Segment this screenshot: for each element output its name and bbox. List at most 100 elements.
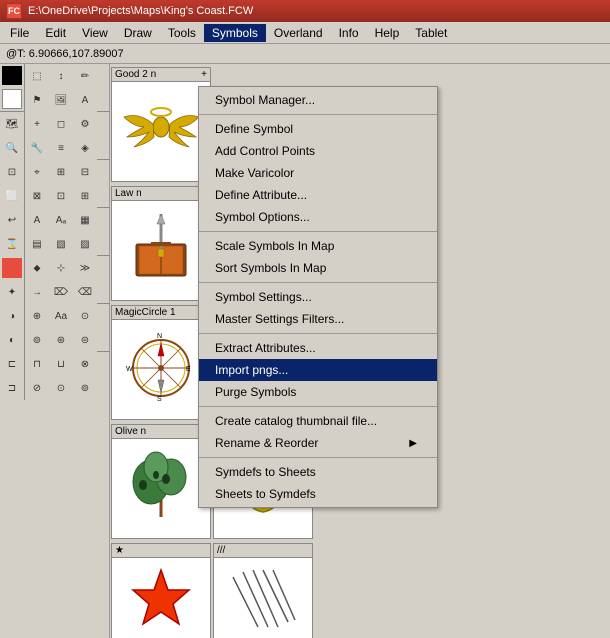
submenu-arrow: ▶	[409, 438, 417, 449]
menu-tools[interactable]: Tools	[160, 24, 204, 42]
tool-b4[interactable]: 🔧	[25, 136, 49, 160]
menu-symbol-manager[interactable]: Symbol Manager...	[199, 89, 437, 111]
tool-b6[interactable]: ◈	[73, 136, 97, 160]
app-icon: FC	[6, 3, 22, 19]
menu-create-catalog[interactable]: Create catalog thumbnail file...	[199, 410, 437, 432]
menu-tablet[interactable]: Tablet	[407, 24, 455, 42]
tool-g7[interactable]: ⊙	[49, 376, 73, 400]
tool-e5[interactable]: ≫	[73, 256, 97, 280]
menu-symbol-settings[interactable]: Symbol Settings...	[199, 286, 437, 308]
menu-purge-symbols[interactable]: Purge Symbols	[199, 381, 437, 403]
tool-b5[interactable]: ≡	[49, 136, 73, 160]
tool-d6[interactable]: ▤	[25, 232, 49, 256]
tool-d8[interactable]: ▨	[73, 232, 97, 256]
menu-file[interactable]: File	[2, 24, 37, 42]
menu-rename-reorder[interactable]: Rename & Reorder ▶	[199, 432, 437, 454]
symbol-olive	[121, 447, 201, 522]
tool-e7[interactable]: ⌦	[49, 280, 73, 304]
menu-overland[interactable]: Overland	[266, 24, 331, 42]
tool-d5[interactable]: ▦	[73, 208, 97, 232]
tool-e4[interactable]: ⊹	[49, 256, 73, 280]
tool-zoom[interactable]: 🔍	[0, 136, 24, 160]
symbol-wings	[119, 92, 204, 162]
tool-g1[interactable]: ⊏	[0, 352, 24, 376]
tool-b1[interactable]: +	[25, 112, 49, 136]
tool-c7[interactable]: ⊡	[49, 184, 73, 208]
tool-e2[interactable]: ✦	[0, 280, 24, 304]
tool-select[interactable]: ⬚	[25, 64, 49, 88]
tool-g5[interactable]: ⊗	[73, 352, 97, 376]
tool-e3[interactable]: ⬥	[25, 256, 49, 280]
tool-e8[interactable]: ⌫	[73, 280, 97, 304]
tool-c3[interactable]: ⌖	[25, 160, 49, 184]
menu-symbol-options[interactable]: Symbol Options...	[199, 206, 437, 228]
menu-draw[interactable]: Draw	[116, 24, 160, 42]
divider-1	[199, 114, 437, 115]
menu-define-symbol[interactable]: Define Symbol	[199, 118, 437, 140]
color-white[interactable]	[2, 89, 22, 109]
panel-plus-good2n[interactable]: +	[201, 69, 207, 80]
tool-g8[interactable]: ⊚	[73, 376, 97, 400]
tool-f2[interactable]: ◐	[0, 328, 24, 352]
symbols-dropdown: Symbol Manager... Define Symbol Add Cont…	[198, 86, 438, 508]
tool-b2[interactable]: ◻	[49, 112, 73, 136]
menu-help[interactable]: Help	[367, 24, 408, 42]
panel-label-good2n: Good 2 n	[115, 69, 156, 80]
tool-d4[interactable]: Aₐ	[49, 208, 73, 232]
tool-scroll[interactable]: ↕	[49, 64, 73, 88]
tool-g2[interactable]: ⊐	[0, 376, 24, 400]
tool-c4[interactable]: ⊞	[49, 160, 73, 184]
menu-info[interactable]: Info	[331, 24, 367, 42]
tool-draw[interactable]: ✏	[73, 64, 97, 88]
tool-d1[interactable]: ↩	[0, 208, 24, 232]
panel-label-magiccircle: MagicCircle 1	[115, 307, 176, 318]
menu-import-pngs[interactable]: Import pngs...	[199, 359, 437, 381]
tool-g6[interactable]: ⊘	[25, 376, 49, 400]
divider-5	[199, 406, 437, 407]
tool-d3[interactable]: A	[25, 208, 49, 232]
tool-f7[interactable]: ⊛	[49, 328, 73, 352]
menu-symbols[interactable]: Symbols	[204, 24, 266, 42]
panel-label-olive: Olive n	[115, 426, 146, 437]
coordinates: @T: 6.90666,107.89007	[6, 48, 124, 60]
menu-extract-attributes[interactable]: Extract Attributes...	[199, 337, 437, 359]
tool-f4[interactable]: Aa	[49, 304, 73, 328]
tool-flag[interactable]: ⚑	[25, 88, 49, 112]
menu-edit[interactable]: Edit	[37, 24, 74, 42]
menu-symdefs-to-sheets[interactable]: Symdefs to Sheets	[199, 461, 437, 483]
color-black[interactable]	[2, 66, 22, 85]
tool-f6[interactable]: ⊚	[25, 328, 49, 352]
tool-zoom-map[interactable]: 🗺	[0, 112, 24, 136]
tool-c6[interactable]: ⊠	[25, 184, 49, 208]
tool-d2[interactable]: ⌛	[0, 232, 24, 256]
menu-add-control-points[interactable]: Add Control Points	[199, 140, 437, 162]
tool-c8[interactable]: ⊞	[73, 184, 97, 208]
tool-c2[interactable]: ⬜	[0, 184, 24, 208]
menu-define-attribute[interactable]: Define Attribute...	[199, 184, 437, 206]
menu-sheets-to-symdefs[interactable]: Sheets to Symdefs	[199, 483, 437, 505]
menu-make-varicolor[interactable]: Make Varicolor	[199, 162, 437, 184]
tool-f1[interactable]: ◑	[0, 304, 24, 328]
menu-scale-symbols[interactable]: Scale Symbols In Map	[199, 235, 437, 257]
tool-c5[interactable]: ⊟	[73, 160, 97, 184]
tool-text2[interactable]: A	[73, 88, 97, 112]
tool-f3[interactable]: ⊕	[25, 304, 49, 328]
tool-c1[interactable]: ⊡	[0, 160, 24, 184]
panel-label-lawn: Law n	[115, 188, 142, 199]
divider-4	[199, 333, 437, 334]
tool-g3[interactable]: ⊓	[25, 352, 49, 376]
menu-view[interactable]: View	[74, 24, 116, 42]
symbol-star	[121, 562, 201, 637]
tool-b3[interactable]: ⚙	[73, 112, 97, 136]
divider-2	[199, 231, 437, 232]
menu-sort-symbols[interactable]: Sort Symbols In Map	[199, 257, 437, 279]
tool-d7[interactable]: ▧	[49, 232, 73, 256]
tool-g4[interactable]: ⊔	[49, 352, 73, 376]
tool-e6[interactable]: →	[25, 280, 49, 304]
tool-f5[interactable]: ⊙	[73, 304, 97, 328]
symbol-law	[121, 209, 201, 284]
tool-image[interactable]: 🖼	[49, 88, 73, 112]
menu-master-settings[interactable]: Master Settings Filters...	[199, 308, 437, 330]
color-red[interactable]	[2, 258, 22, 278]
tool-f8[interactable]: ⊜	[73, 328, 97, 352]
